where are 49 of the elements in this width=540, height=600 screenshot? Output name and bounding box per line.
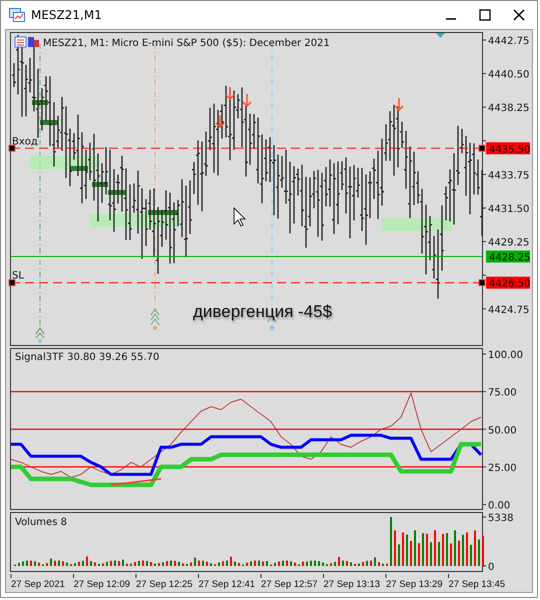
level-label: SL: [12, 270, 24, 282]
down-arrow-icon: [394, 97, 404, 112]
chart-settings-icon[interactable]: [14, 36, 39, 48]
time-axis-label: 27 Sep 13:29: [386, 579, 443, 590]
time-axis-label: 27 Sep 12:09: [74, 579, 130, 590]
price-axis-label: 4433.75: [488, 170, 530, 182]
down-arrow-icon: [242, 93, 252, 108]
price-axis-label: 4431.50: [488, 204, 530, 215]
price-tag: 4435.50: [486, 142, 530, 156]
triangle-marker-icon: [436, 33, 445, 38]
chart-window-icon: [9, 8, 25, 22]
oscillator-axis-label: 100.00: [488, 350, 523, 362]
price-axis-label: 4424.75: [488, 304, 530, 316]
chart-header: MESZ21, M1: Micro E-mini S&P 500 ($5): December 2021: [43, 38, 330, 49]
level-handle-icon[interactable]: [478, 279, 486, 286]
time-axis-label: 27 Sep 12:41: [198, 579, 256, 590]
close-button[interactable]: [513, 9, 525, 21]
volume-axis-label: 0: [488, 562, 494, 573]
time-axis-label: 27 Sep 13:45: [448, 579, 506, 590]
annotation-text: дивергенция -45$: [193, 302, 332, 321]
time-axis-label: 27 Sep 13:13: [324, 579, 380, 590]
marker-icon: [150, 308, 160, 330]
price-axis-label: 4442.75: [488, 36, 530, 47]
price-axis-label: 4429.25: [488, 238, 530, 249]
down-arrow-icon: [225, 86, 235, 100]
level-handle-icon[interactable]: [8, 144, 16, 152]
level-label: Вход: [12, 136, 38, 148]
window-title: MESZ21,M1: [31, 8, 102, 22]
price-axis-label: 4440.50: [488, 70, 530, 81]
oscillator-axis-label: 50.00: [488, 425, 517, 436]
volume-axis-label: 5338: [488, 513, 514, 524]
price-tag: 4428.25: [486, 250, 530, 264]
oscillator-axis-label: 75.00: [488, 388, 517, 399]
oscillator-label: Signal3TF 30.80 39.26 55.70: [15, 352, 160, 363]
level-handle-icon[interactable]: [478, 144, 486, 152]
down-arrow-icon: [215, 114, 225, 128]
maximize-button[interactable]: [479, 9, 491, 21]
price-axis-label: 4438.25: [488, 103, 530, 114]
oscillator-axis-label: 0.00: [488, 500, 510, 512]
time-axis-label: 27 Sep 2021: [11, 579, 65, 590]
oscillator-axis-label: 25.00: [488, 462, 517, 474]
level-handle-icon[interactable]: [8, 279, 16, 286]
time-axis-label: 27 Sep 12:25: [136, 579, 193, 590]
marker-icon: [36, 327, 44, 343]
cursor-icon: [234, 207, 246, 227]
price-tag: 4426.50: [486, 276, 530, 290]
zone-highlight: [382, 218, 452, 231]
volume-label: Volumes 8: [15, 517, 67, 528]
time-axis-label: 27 Sep 12:57: [261, 579, 318, 590]
